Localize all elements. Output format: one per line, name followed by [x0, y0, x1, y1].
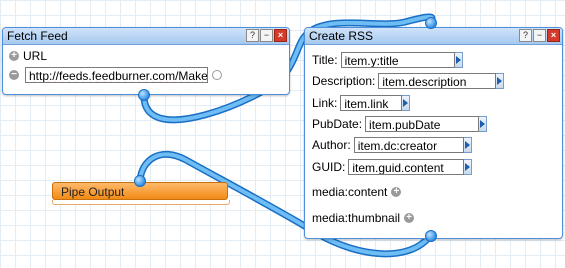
- media-thumbnail-label: media:thumbnail: [312, 211, 401, 225]
- close-button[interactable]: ×: [274, 29, 287, 42]
- author-label: Author:: [312, 138, 351, 152]
- link-dropdown-arrow-icon[interactable]: [402, 95, 411, 111]
- pubdate-field-row: PubDate: item.pubDate: [312, 116, 488, 132]
- fetch-feed-module[interactable]: Fetch Feed ? − × + URL − http://feeds.fe…: [2, 27, 290, 95]
- title-field-row: Title: item.y:title: [312, 52, 463, 68]
- create-rss-module[interactable]: Create RSS ? − × Title: item.y:title Des…: [304, 27, 563, 239]
- help-button[interactable]: ?: [246, 29, 259, 42]
- media-thumbnail-row: media:thumbnail +: [312, 211, 415, 225]
- description-label: Description:: [312, 74, 376, 88]
- add-media-thumbnail-icon[interactable]: +: [404, 213, 415, 223]
- title-input[interactable]: item.y:title: [340, 52, 455, 68]
- description-input[interactable]: item.description: [378, 73, 497, 89]
- pipe-output-title: Pipe Output: [61, 185, 125, 199]
- create-rss-titlebar[interactable]: Create RSS ? − ×: [305, 28, 562, 45]
- link-label: Link:: [312, 96, 338, 110]
- title-dropdown-arrow-icon[interactable]: [454, 52, 463, 68]
- pubdate-label: PubDate:: [312, 117, 363, 131]
- fetch-feed-titlebar[interactable]: Fetch Feed ? − ×: [3, 28, 289, 45]
- author-field-row: Author: item.dc:creator: [312, 137, 472, 153]
- url-add-row: + URL: [9, 49, 47, 63]
- author-dropdown-arrow-icon[interactable]: [463, 137, 472, 153]
- url-input-row: − http://feeds.feedburner.com/Maker: [9, 67, 222, 83]
- url-terminal-icon[interactable]: [212, 70, 222, 80]
- url-input[interactable]: http://feeds.feedburner.com/Maker: [25, 67, 208, 83]
- remove-url-icon[interactable]: −: [9, 70, 19, 80]
- pipe-output-input-terminal[interactable]: [134, 175, 146, 187]
- guid-field-row: GUID: item.guid.content: [312, 159, 473, 175]
- create-rss-title: Create RSS: [309, 29, 374, 43]
- close-button[interactable]: ×: [547, 29, 560, 42]
- minimize-button[interactable]: −: [533, 29, 546, 42]
- link-input[interactable]: item.link: [340, 95, 403, 111]
- description-dropdown-arrow-icon[interactable]: [496, 73, 505, 89]
- add-media-content-icon[interactable]: +: [391, 187, 402, 197]
- help-button[interactable]: ?: [519, 29, 532, 42]
- url-label: URL: [23, 49, 48, 63]
- guid-dropdown-arrow-icon[interactable]: [464, 159, 473, 175]
- create-rss-input-terminal[interactable]: [425, 17, 437, 29]
- create-rss-output-terminal[interactable]: [425, 230, 437, 242]
- media-content-label: media:content: [312, 185, 388, 199]
- author-input[interactable]: item.dc:creator: [353, 137, 464, 153]
- fetch-feed-output-terminal[interactable]: [138, 89, 150, 101]
- minimize-button[interactable]: −: [260, 29, 273, 42]
- guid-label: GUID:: [312, 160, 346, 174]
- add-url-icon[interactable]: +: [9, 51, 19, 61]
- pubdate-input[interactable]: item.pubDate: [365, 116, 480, 132]
- fetch-feed-title: Fetch Feed: [7, 29, 68, 43]
- link-field-row: Link: item.link: [312, 95, 411, 111]
- title-label: Title:: [312, 53, 338, 67]
- guid-input[interactable]: item.guid.content: [348, 159, 465, 175]
- pubdate-dropdown-arrow-icon[interactable]: [479, 116, 488, 132]
- description-field-row: Description: item.description: [312, 73, 505, 89]
- media-content-row: media:content +: [312, 185, 402, 199]
